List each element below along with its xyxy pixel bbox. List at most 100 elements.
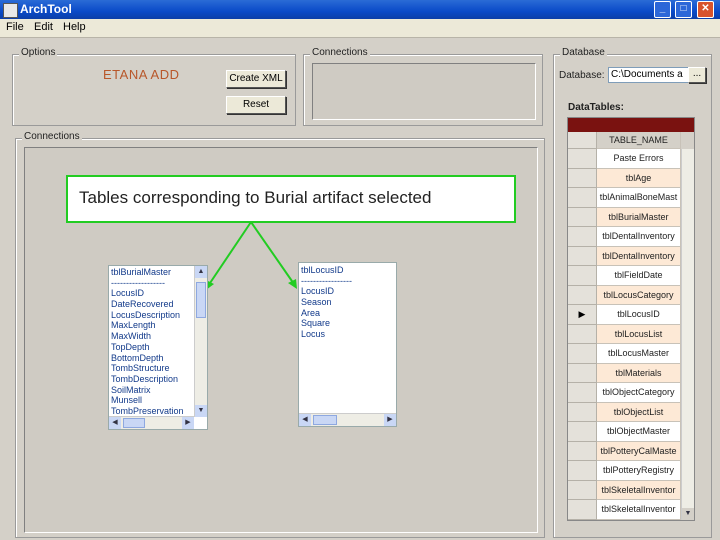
row-selector[interactable] [568, 207, 597, 227]
table-row[interactable]: tblLocusCategory [568, 285, 681, 305]
row-selector[interactable] [568, 441, 597, 461]
table-row[interactable]: Paste Errors [568, 149, 681, 169]
table-name-cell[interactable]: tblObjectList [597, 402, 681, 422]
row-selector[interactable] [568, 461, 597, 481]
list-item[interactable]: MaxWidth [109, 331, 207, 342]
locus-hscrollbar[interactable]: ◀ ▶ [299, 413, 396, 426]
row-selector[interactable] [568, 285, 597, 305]
row-selector[interactable] [568, 480, 597, 500]
menu-file[interactable]: File [6, 21, 24, 33]
table-row[interactable]: tblObjectList [568, 402, 681, 422]
scroll-right-icon[interactable]: ▶ [182, 417, 194, 429]
menu-edit[interactable]: Edit [34, 21, 53, 33]
burial-vscrollbar[interactable]: ▲ ▼ [194, 266, 207, 417]
table-row[interactable]: tblLocusMaster [568, 344, 681, 364]
close-button[interactable]: ✕ [697, 1, 714, 18]
grid-vscrollbar[interactable]: ▼ [681, 149, 694, 520]
list-item[interactable]: TopDepth [109, 342, 207, 353]
list-item[interactable]: Munsell [109, 395, 207, 406]
row-selector[interactable] [568, 324, 597, 344]
reset-button[interactable]: Reset [226, 96, 286, 114]
scroll-thumb[interactable] [196, 282, 206, 318]
table-row[interactable]: tblBurialMaster [568, 207, 681, 227]
table-name-cell[interactable]: tblObjectMaster [597, 422, 681, 442]
table-name-cell[interactable]: tblMaterials [597, 363, 681, 383]
locus-table-listbox[interactable]: tblLocusID ----------------- LocusID Season… [298, 262, 397, 427]
table-row[interactable]: tblMaterials [568, 363, 681, 383]
table-row[interactable]: tblObjectCategory [568, 383, 681, 403]
table-name-cell[interactable]: tblDentalInventory [597, 227, 681, 247]
table-row[interactable]: tblFieldDate [568, 266, 681, 286]
hscroll-thumb[interactable] [313, 415, 337, 425]
list-item[interactable]: ------------------ [109, 278, 207, 289]
list-item[interactable]: tblLocusID [299, 265, 396, 276]
database-path-field[interactable]: C:\Documents a [608, 67, 689, 83]
table-row[interactable]: tblSkeletalInventor [568, 500, 681, 520]
scroll-up-icon[interactable]: ▲ [195, 266, 207, 278]
row-selector[interactable] [568, 246, 597, 266]
list-item[interactable]: Locus [299, 329, 396, 340]
list-item[interactable]: LocusDescription [109, 310, 207, 321]
list-item[interactable]: ----------------- [299, 276, 396, 287]
maximize-button[interactable]: □ [675, 1, 692, 18]
etana-add-link[interactable]: ETANA ADD [103, 67, 180, 82]
list-item[interactable]: Area [299, 308, 396, 319]
menu-help[interactable]: Help [63, 21, 86, 33]
table-name-cell[interactable]: tblLocusMaster [597, 344, 681, 364]
burial-table-listbox[interactable]: tblBurialMaster ------------------ LocusID… [108, 265, 208, 430]
table-name-cell[interactable]: tblSkeletalInventor [597, 500, 681, 520]
table-row[interactable]: tblSkeletalInventor [568, 480, 681, 500]
list-item[interactable]: Square [299, 318, 396, 329]
list-item[interactable]: Season [299, 297, 396, 308]
table-name-cell[interactable]: tblLocusCategory [597, 285, 681, 305]
list-item[interactable]: TombDescription [109, 374, 207, 385]
row-selector[interactable] [568, 363, 597, 383]
list-item[interactable]: DateRecovered [109, 299, 207, 310]
table-row[interactable]: tblDentalInventory [568, 227, 681, 247]
table-row[interactable]: tblDentalInventory [568, 246, 681, 266]
row-selector[interactable] [568, 344, 597, 364]
table-name-cell[interactable]: Paste Errors [597, 149, 681, 169]
scroll-down-icon[interactable]: ▼ [195, 405, 207, 417]
list-item[interactable]: MaxLength [109, 320, 207, 331]
table-row[interactable]: tblAnimalBoneMast [568, 188, 681, 208]
minimize-button[interactable]: _ [654, 1, 671, 18]
row-selector[interactable] [568, 402, 597, 422]
scroll-left-icon[interactable]: ◀ [109, 417, 121, 429]
browse-button[interactable]: ... [688, 67, 706, 83]
burial-hscrollbar[interactable]: ◀ ▶ [109, 416, 194, 429]
list-item[interactable]: LocusID [109, 288, 207, 299]
table-name-cell[interactable]: tblFieldDate [597, 266, 681, 286]
table-name-cell[interactable]: tblSkeletalInventor [597, 480, 681, 500]
table-row[interactable]: tblObjectMaster [568, 422, 681, 442]
row-selector[interactable] [568, 383, 597, 403]
list-item[interactable]: tblBurialMaster [109, 267, 207, 278]
table-name-cell[interactable]: tblPotteryCalMaste [597, 441, 681, 461]
create-xml-button[interactable]: Create XML [226, 70, 286, 88]
list-item[interactable]: TombStructure [109, 363, 207, 374]
table-row[interactable]: tblLocusList [568, 324, 681, 344]
datatables-grid[interactable]: TABLE_NAME Paste Errors tblAge tblAnimalBo… [567, 117, 695, 521]
table-name-cell[interactable]: tblObjectCategory [597, 383, 681, 403]
scroll-down-icon[interactable]: ▼ [682, 508, 694, 520]
table-row[interactable]: ▶ tblLocusID [568, 305, 681, 325]
row-selector[interactable] [568, 266, 597, 286]
grid-column-header[interactable]: TABLE_NAME [568, 132, 681, 149]
table-name-cell[interactable]: tblPotteryRegistry [597, 461, 681, 481]
row-selector[interactable] [568, 149, 597, 169]
scroll-left-icon[interactable]: ◀ [299, 414, 311, 426]
list-item[interactable]: SoilMatrix [109, 385, 207, 396]
column-header-table-name[interactable]: TABLE_NAME [597, 132, 681, 149]
table-row[interactable]: tblAge [568, 168, 681, 188]
row-selector[interactable] [568, 227, 597, 247]
list-item[interactable]: LocusID [299, 286, 396, 297]
table-name-cell[interactable]: tblLocusID [597, 305, 681, 325]
row-selector[interactable] [568, 422, 597, 442]
table-name-cell[interactable]: tblAnimalBoneMast [597, 188, 681, 208]
row-selector[interactable] [568, 168, 597, 188]
hscroll-thumb[interactable] [123, 418, 145, 428]
table-name-cell[interactable]: tblDentalInventory [597, 246, 681, 266]
table-row[interactable]: tblPotteryRegistry [568, 461, 681, 481]
table-row[interactable]: tblPotteryCalMaste [568, 441, 681, 461]
row-selector[interactable]: ▶ [568, 305, 597, 325]
